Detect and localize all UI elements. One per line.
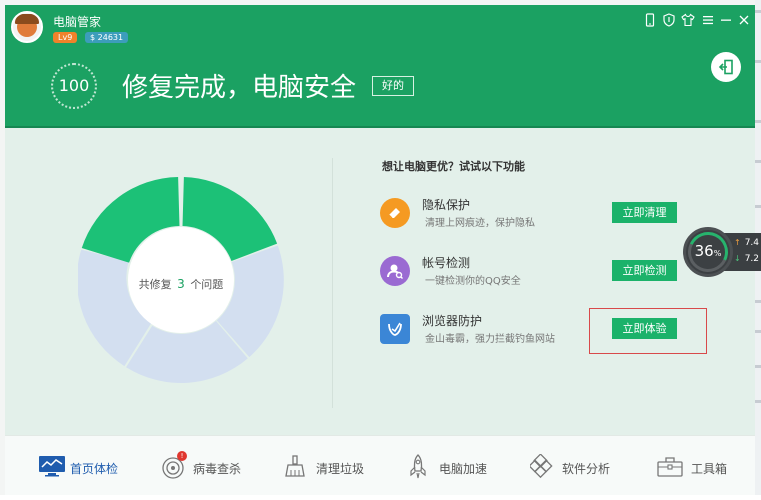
exit-icon	[718, 59, 733, 75]
fixed-prefix: 共修复	[138, 278, 172, 291]
app-title: 电脑管家	[53, 15, 102, 29]
minimize-icon[interactable]	[719, 13, 733, 27]
level-badge[interactable]: Lv9	[53, 32, 78, 43]
feature-name: 浏览器防护	[422, 314, 483, 328]
main-panel: 共修复 3 个问题 想让电脑更优？试试以下功能 隐私保护 清理上网痕迹，保护隐私…	[5, 128, 755, 435]
close-icon[interactable]	[737, 13, 751, 27]
fixed-count-text: 共修复 3 个问题	[78, 276, 284, 292]
nav-label: 电脑加速	[439, 462, 488, 476]
health-score-ring: 100	[51, 63, 97, 109]
phone-icon[interactable]	[643, 13, 657, 27]
detect-now-button[interactable]: 立即检测	[612, 260, 677, 281]
speed-ball[interactable]: 36%	[682, 226, 734, 278]
eraser-icon	[380, 198, 410, 228]
status-tag-button[interactable]: 好的	[372, 76, 414, 96]
up-arrow-icon: ↑	[734, 238, 741, 247]
feature-desc: 一键检测你的QQ安全	[425, 276, 521, 287]
upload-speed: ↑ 7.4	[734, 238, 760, 248]
panel-divider	[332, 158, 333, 408]
down-arrow-icon: ↓	[734, 254, 741, 263]
alert-badge: !	[177, 451, 187, 461]
fixed-suffix: 个问题	[190, 278, 224, 291]
feature-desc: 金山毒霸，强力拦截钓鱼网站	[425, 334, 555, 345]
coin-badge[interactable]: $ 24631	[85, 32, 129, 43]
fixed-count: 3	[177, 277, 185, 291]
account-search-icon	[380, 256, 410, 286]
feature-privacy: 隐私保护 清理上网痕迹，保护隐私 立即清理	[380, 196, 700, 236]
rocket-icon	[410, 454, 426, 479]
nav-label: 首页体检	[70, 462, 119, 476]
clean-now-button[interactable]: 立即清理	[612, 202, 677, 223]
download-speed: ↓ 7.2	[734, 254, 760, 264]
toolbox-icon	[657, 457, 683, 477]
suggest-title: 想让电脑更优？试试以下功能	[382, 160, 525, 173]
shield-icon[interactable]	[662, 13, 676, 27]
feature-account: 帐号检测 一键检测你的QQ安全 立即检测	[380, 254, 700, 294]
feature-name: 隐私保护	[422, 198, 471, 212]
browser-shield-icon	[380, 314, 410, 344]
menu-icon[interactable]	[701, 13, 715, 27]
avatar-hair	[15, 14, 39, 24]
feature-name: 帐号检测	[422, 256, 471, 270]
bottom-nav: 首页体检 ! 病毒查杀 清理垃圾 电脑加速 软件分析 工具箱	[5, 435, 755, 495]
exit-button[interactable]	[711, 52, 741, 82]
highlight-box	[589, 308, 707, 354]
broom-icon	[285, 455, 305, 477]
nav-label: 软件分析	[562, 462, 611, 476]
header: 电脑管家 Lv9 $ 24631 100 修复完成，电脑安全 好的	[5, 5, 755, 128]
nav-label: 清理垃圾	[316, 462, 365, 476]
nav-label: 工具箱	[691, 462, 728, 476]
nav-label: 病毒查杀	[193, 462, 242, 476]
avatar[interactable]	[11, 11, 43, 43]
software-icon	[530, 454, 553, 479]
app-window: 电脑管家 Lv9 $ 24631 100 修复完成，电脑安全 好的 共修复 3 …	[0, 0, 761, 500]
health-score: 100	[58, 76, 90, 95]
status-title: 修复完成，电脑安全	[122, 73, 357, 103]
feature-desc: 清理上网痕迹，保护隐私	[425, 218, 535, 229]
shirt-icon[interactable]	[681, 13, 695, 27]
monitor-icon	[39, 456, 65, 477]
memory-usage: 36%	[694, 242, 722, 260]
window-frame-bottom	[0, 495, 761, 500]
